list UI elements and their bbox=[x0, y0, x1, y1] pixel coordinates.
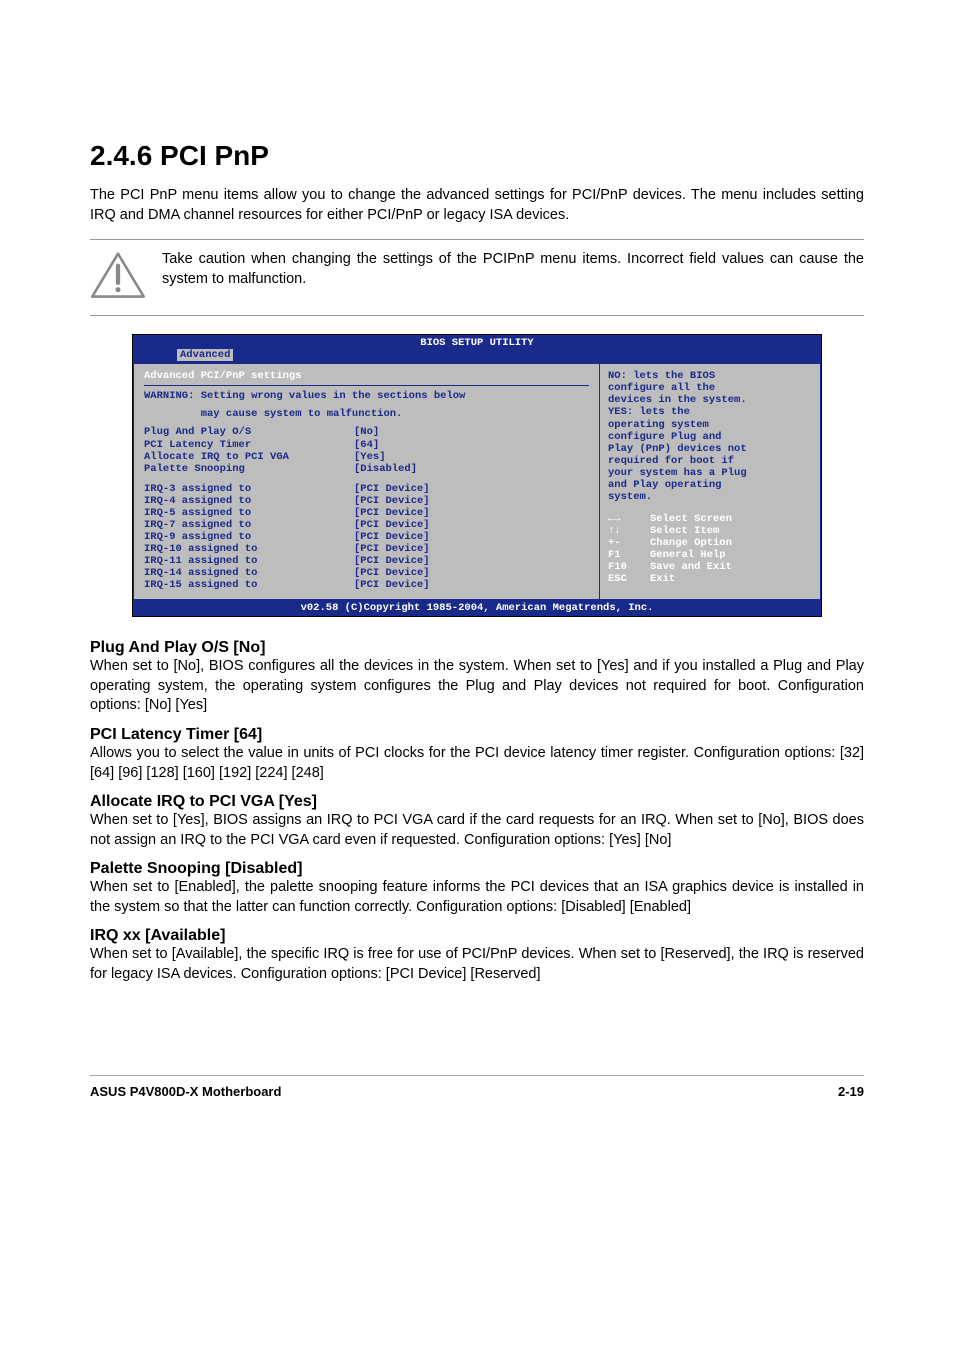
bios-irq-row[interactable]: IRQ-3 assigned to[PCI Device] bbox=[144, 483, 589, 495]
bios-subtitle: Advanced PCI/PnP settings bbox=[144, 370, 589, 382]
bios-setting-value: [Yes] bbox=[354, 451, 386, 463]
caution-icon bbox=[90, 250, 148, 305]
option-title: PCI Latency Timer [64] bbox=[90, 726, 864, 744]
option-title: Palette Snooping [Disabled] bbox=[90, 860, 864, 878]
bios-irq-label: IRQ-14 assigned to bbox=[144, 567, 354, 579]
bios-help-line: NO: lets the BIOS bbox=[608, 370, 812, 382]
bios-irq-row[interactable]: IRQ-14 assigned to[PCI Device] bbox=[144, 567, 589, 579]
bios-tab-row: Advanced bbox=[133, 349, 821, 363]
bios-setting-label: Palette Snooping bbox=[144, 463, 354, 475]
bios-irq-value: [PCI Device] bbox=[354, 579, 430, 591]
bios-help-line: YES: lets the bbox=[608, 406, 812, 418]
bios-setting-row[interactable]: PCI Latency Timer[64] bbox=[144, 439, 589, 451]
bios-nav-line: +-Change Option bbox=[608, 537, 812, 549]
option-body: When set to [No], BIOS configures all th… bbox=[90, 657, 864, 716]
bios-help-line: your system has a Plug bbox=[608, 467, 812, 479]
bios-irq-row[interactable]: IRQ-5 assigned to[PCI Device] bbox=[144, 507, 589, 519]
option-body: Allows you to select the value in units … bbox=[90, 744, 864, 783]
bios-help-line: operating system bbox=[608, 419, 812, 431]
bios-irq-value: [PCI Device] bbox=[354, 543, 430, 555]
page-footer: ASUS P4V800D-X Motherboard 2-19 bbox=[90, 1075, 864, 1099]
bios-setting-row[interactable]: Allocate IRQ to PCI VGA[Yes] bbox=[144, 451, 589, 463]
bios-tab-advanced[interactable]: Advanced bbox=[177, 349, 233, 361]
bios-irq-row[interactable]: IRQ-11 assigned to[PCI Device] bbox=[144, 555, 589, 567]
caution-box: Take caution when changing the settings … bbox=[90, 239, 864, 316]
bios-irq-value: [PCI Device] bbox=[354, 519, 430, 531]
bios-help-line: devices in the system. bbox=[608, 394, 812, 406]
bios-help-line: and Play operating bbox=[608, 479, 812, 491]
bios-title: BIOS SETUP UTILITY bbox=[133, 335, 821, 349]
bios-irq-label: IRQ-3 assigned to bbox=[144, 483, 354, 495]
bios-setting-value: [No] bbox=[354, 426, 379, 438]
option-block: Allocate IRQ to PCI VGA [Yes] When set t… bbox=[90, 793, 864, 850]
bios-nav-help: ←→Select Screen ↑↓Select Item +-Change O… bbox=[608, 513, 812, 585]
bios-warning-l2: may cause system to malfunction. bbox=[144, 408, 589, 420]
bios-warning-l1: WARNING: Setting wrong values in the sec… bbox=[144, 390, 589, 402]
bios-irq-label: IRQ-7 assigned to bbox=[144, 519, 354, 531]
bios-help-line: system. bbox=[608, 491, 812, 503]
option-body: When set to [Enabled], the palette snoop… bbox=[90, 878, 864, 917]
bios-irq-label: IRQ-4 assigned to bbox=[144, 495, 354, 507]
bios-nav-line: ESCExit bbox=[608, 573, 812, 585]
footer-page-number: 2-19 bbox=[838, 1084, 864, 1099]
footer-product: ASUS P4V800D-X Motherboard bbox=[90, 1084, 281, 1099]
option-block: PCI Latency Timer [64] Allows you to sel… bbox=[90, 726, 864, 783]
bios-irq-value: [PCI Device] bbox=[354, 495, 430, 507]
bios-nav-line: ←→Select Screen bbox=[608, 513, 812, 525]
bios-setting-row[interactable]: Plug And Play O/S[No] bbox=[144, 426, 589, 438]
bios-help-line: Play (PnP) devices not bbox=[608, 443, 812, 455]
caution-text: Take caution when changing the settings … bbox=[162, 250, 864, 289]
bios-irq-value: [PCI Device] bbox=[354, 555, 430, 567]
bios-irq-row[interactable]: IRQ-15 assigned to[PCI Device] bbox=[144, 579, 589, 591]
bios-nav-line: F10Save and Exit bbox=[608, 561, 812, 573]
bios-left-pane: Advanced PCI/PnP settings WARNING: Setti… bbox=[133, 363, 599, 600]
bios-irq-value: [PCI Device] bbox=[354, 507, 430, 519]
option-block: Palette Snooping [Disabled] When set to … bbox=[90, 860, 864, 917]
bios-irq-row[interactable]: IRQ-9 assigned to[PCI Device] bbox=[144, 531, 589, 543]
option-block: Plug And Play O/S [No] When set to [No],… bbox=[90, 639, 864, 716]
option-title: Plug And Play O/S [No] bbox=[90, 639, 864, 657]
bios-setting-row[interactable]: Palette Snooping[Disabled] bbox=[144, 463, 589, 475]
bios-setting-value: [64] bbox=[354, 439, 379, 451]
option-body: When set to [Yes], BIOS assigns an IRQ t… bbox=[90, 811, 864, 850]
bios-irq-label: IRQ-10 assigned to bbox=[144, 543, 354, 555]
bios-irq-label: IRQ-5 assigned to bbox=[144, 507, 354, 519]
bios-help-line: configure Plug and bbox=[608, 431, 812, 443]
bios-irq-value: [PCI Device] bbox=[354, 483, 430, 495]
bios-irq-row[interactable]: IRQ-7 assigned to[PCI Device] bbox=[144, 519, 589, 531]
bios-setting-value: [Disabled] bbox=[354, 463, 417, 475]
bios-irq-label: IRQ-11 assigned to bbox=[144, 555, 354, 567]
option-block: IRQ xx [Available] When set to [Availabl… bbox=[90, 927, 864, 984]
option-title: IRQ xx [Available] bbox=[90, 927, 864, 945]
bios-irq-value: [PCI Device] bbox=[354, 567, 430, 579]
bios-nav-line: F1General Help bbox=[608, 549, 812, 561]
bios-help-line: configure all the bbox=[608, 382, 812, 394]
section-heading: 2.4.6 PCI PnP bbox=[90, 140, 864, 172]
option-title: Allocate IRQ to PCI VGA [Yes] bbox=[90, 793, 864, 811]
bios-screenshot: BIOS SETUP UTILITY Advanced Advanced PCI… bbox=[132, 334, 822, 617]
bios-irq-label: IRQ-15 assigned to bbox=[144, 579, 354, 591]
bios-irq-row[interactable]: IRQ-4 assigned to[PCI Device] bbox=[144, 495, 589, 507]
bios-setting-label: PCI Latency Timer bbox=[144, 439, 354, 451]
bios-setting-label: Plug And Play O/S bbox=[144, 426, 354, 438]
bios-footer: v02.58 (C)Copyright 1985-2004, American … bbox=[133, 600, 821, 616]
bios-help-line: required for boot if bbox=[608, 455, 812, 467]
bios-irq-value: [PCI Device] bbox=[354, 531, 430, 543]
bios-irq-row[interactable]: IRQ-10 assigned to[PCI Device] bbox=[144, 543, 589, 555]
option-body: When set to [Available], the specific IR… bbox=[90, 945, 864, 984]
intro-paragraph: The PCI PnP menu items allow you to chan… bbox=[90, 186, 864, 225]
bios-setting-label: Allocate IRQ to PCI VGA bbox=[144, 451, 354, 463]
bios-irq-label: IRQ-9 assigned to bbox=[144, 531, 354, 543]
bios-help-pane: NO: lets the BIOS configure all the devi… bbox=[599, 363, 821, 600]
bios-nav-line: ↑↓Select Item bbox=[608, 525, 812, 537]
